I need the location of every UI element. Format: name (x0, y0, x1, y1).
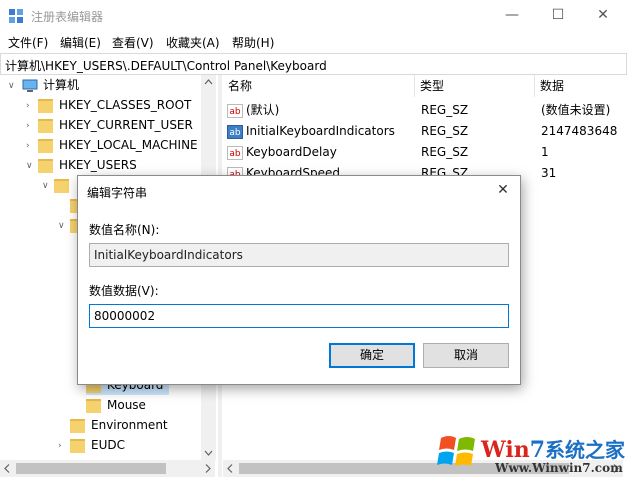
collapse-icon[interactable]: ∨ (42, 181, 49, 191)
value-name-field[interactable]: InitialKeyboardIndicators (89, 243, 509, 267)
tree-horizontal-scrollbar[interactable] (0, 460, 215, 477)
folder-icon (86, 398, 101, 413)
expand-icon[interactable]: › (26, 101, 30, 111)
tree-item-eudc[interactable]: EUDC (70, 435, 125, 455)
tree-label: HKEY_LOCAL_MACHINE (59, 138, 198, 152)
value-data-label: 数值数据(V): (89, 284, 159, 298)
value-data: 31 (541, 166, 557, 180)
watermark-url: Www.Winwin7.com (495, 461, 623, 475)
title-bar[interactable]: 注册表编辑器 — ☐ ✕ (0, 0, 627, 31)
folder-icon (38, 158, 53, 173)
tree-label: 计算机 (43, 78, 80, 92)
value-data: 1 (541, 145, 549, 159)
maximize-button[interactable]: ☐ (535, 0, 581, 31)
tree-label: Mouse (107, 398, 146, 412)
folder-icon (70, 418, 85, 433)
menu-help[interactable]: 帮助(H) (232, 34, 274, 51)
value-name: InitialKeyboardIndicators (246, 124, 395, 138)
dialog-title: 编辑字符串 (87, 186, 148, 200)
collapse-icon[interactable]: ∨ (8, 81, 15, 91)
tree-label: Environment (91, 418, 168, 432)
tree-label: HKEY_USERS (59, 158, 137, 172)
column-header-data[interactable]: 数据 (535, 75, 625, 97)
scroll-thumb[interactable] (16, 463, 166, 474)
tree-item-hkey-local-machine[interactable]: HKEY_LOCAL_MACHINE (38, 135, 198, 155)
address-bar[interactable]: 计算机\HKEY_USERS\.DEFAULT\Control Panel\Ke… (0, 53, 627, 75)
tree-item-environment[interactable]: Environment (70, 415, 168, 435)
menu-file[interactable]: 文件(F) (8, 34, 48, 51)
brand-suffix: 系统之家 (545, 438, 625, 462)
scroll-down-icon[interactable] (201, 445, 216, 460)
folder-icon (70, 438, 85, 453)
binary-value-icon: ab (227, 124, 243, 139)
registry-editor-window: 注册表编辑器 — ☐ ✕ 文件(F) 编辑(E) 查看(V) 收藏夹(A) 帮助… (0, 0, 627, 481)
watermark-brand: Win7系统之家 (481, 434, 625, 463)
menu-bar: 文件(F) 编辑(E) 查看(V) 收藏夹(A) 帮助(H) (0, 31, 627, 53)
collapse-icon[interactable]: ∨ (58, 221, 65, 231)
value-type: REG_SZ (421, 124, 469, 138)
string-value-icon: ab (227, 103, 243, 118)
brand-seven: 7 (529, 437, 545, 463)
window-title: 注册表编辑器 (31, 10, 104, 24)
menu-edit[interactable]: 编辑(E) (60, 34, 101, 51)
value-row[interactable]: ab (默认) REG_SZ (数值未设置) (223, 100, 625, 121)
cancel-button[interactable]: 取消 (423, 343, 509, 368)
tree-label: HKEY_CURRENT_USER (59, 118, 193, 132)
value-data: 2147483648 (541, 124, 618, 138)
value-type: REG_SZ (421, 103, 469, 117)
tree-item-computer[interactable]: 计算机 (22, 75, 79, 95)
folder-icon (54, 178, 69, 193)
tree-item-hkey-current-user[interactable]: HKEY_CURRENT_USER (38, 115, 193, 135)
brand-n: n (513, 437, 530, 463)
tree-item-hkey-users[interactable]: HKEY_USERS (38, 155, 137, 175)
close-button[interactable]: ✕ (580, 0, 626, 31)
folder-icon (38, 138, 53, 153)
tree-item-mouse[interactable]: Mouse (86, 395, 146, 415)
value-name-label: 数值名称(N): (89, 223, 160, 237)
value-row[interactable]: ab InitialKeyboardIndicators REG_SZ 21474… (223, 121, 625, 142)
scroll-up-icon[interactable] (201, 75, 216, 90)
tree-item-hkey-classes-root[interactable]: HKEY_CLASSES_ROOT (38, 95, 191, 115)
windows-logo-icon (437, 436, 475, 466)
expand-icon[interactable]: › (58, 441, 62, 451)
menu-view[interactable]: 查看(V) (112, 34, 154, 51)
value-type: REG_SZ (421, 145, 469, 159)
string-value-icon: ab (227, 145, 243, 160)
folder-icon (38, 118, 53, 133)
collapse-icon[interactable]: ∨ (26, 161, 33, 171)
ok-button[interactable]: 确定 (329, 343, 415, 368)
expand-icon[interactable]: › (26, 141, 30, 151)
tree-label: HKEY_CLASSES_ROOT (59, 98, 192, 112)
value-data: (数值未设置) (541, 103, 611, 117)
computer-icon (22, 79, 38, 92)
value-name: KeyboardDelay (246, 145, 337, 159)
scroll-left-icon[interactable] (0, 460, 15, 477)
scroll-right-icon[interactable] (200, 460, 215, 477)
tree-label: EUDC (91, 438, 125, 452)
expand-icon[interactable]: › (26, 121, 30, 131)
column-header-type[interactable]: 类型 (415, 75, 535, 97)
dialog-close-button[interactable]: ✕ (492, 179, 514, 201)
value-row[interactable]: ab KeyboardDelay REG_SZ 1 (223, 142, 625, 163)
scroll-left-icon[interactable] (223, 460, 238, 477)
folder-icon (38, 98, 53, 113)
tree-item-default[interactable] (54, 175, 75, 195)
value-name: (默认) (246, 103, 280, 117)
column-header-name[interactable]: 名称 (223, 75, 415, 97)
brand-prefix: Wi (481, 437, 514, 463)
address-path: 计算机\HKEY_USERS\.DEFAULT\Control Panel\Ke… (5, 59, 327, 73)
minimize-button[interactable]: — (489, 0, 535, 31)
menu-favorites[interactable]: 收藏夹(A) (166, 34, 220, 51)
edit-string-dialog: 编辑字符串 ✕ 数值名称(N): InitialKeyboardIndicato… (77, 175, 521, 385)
watermark: Win7系统之家 Www.Winwin7.com (437, 428, 627, 480)
registry-editor-app-icon (9, 9, 23, 23)
value-data-input[interactable]: 80000002 (89, 304, 509, 328)
